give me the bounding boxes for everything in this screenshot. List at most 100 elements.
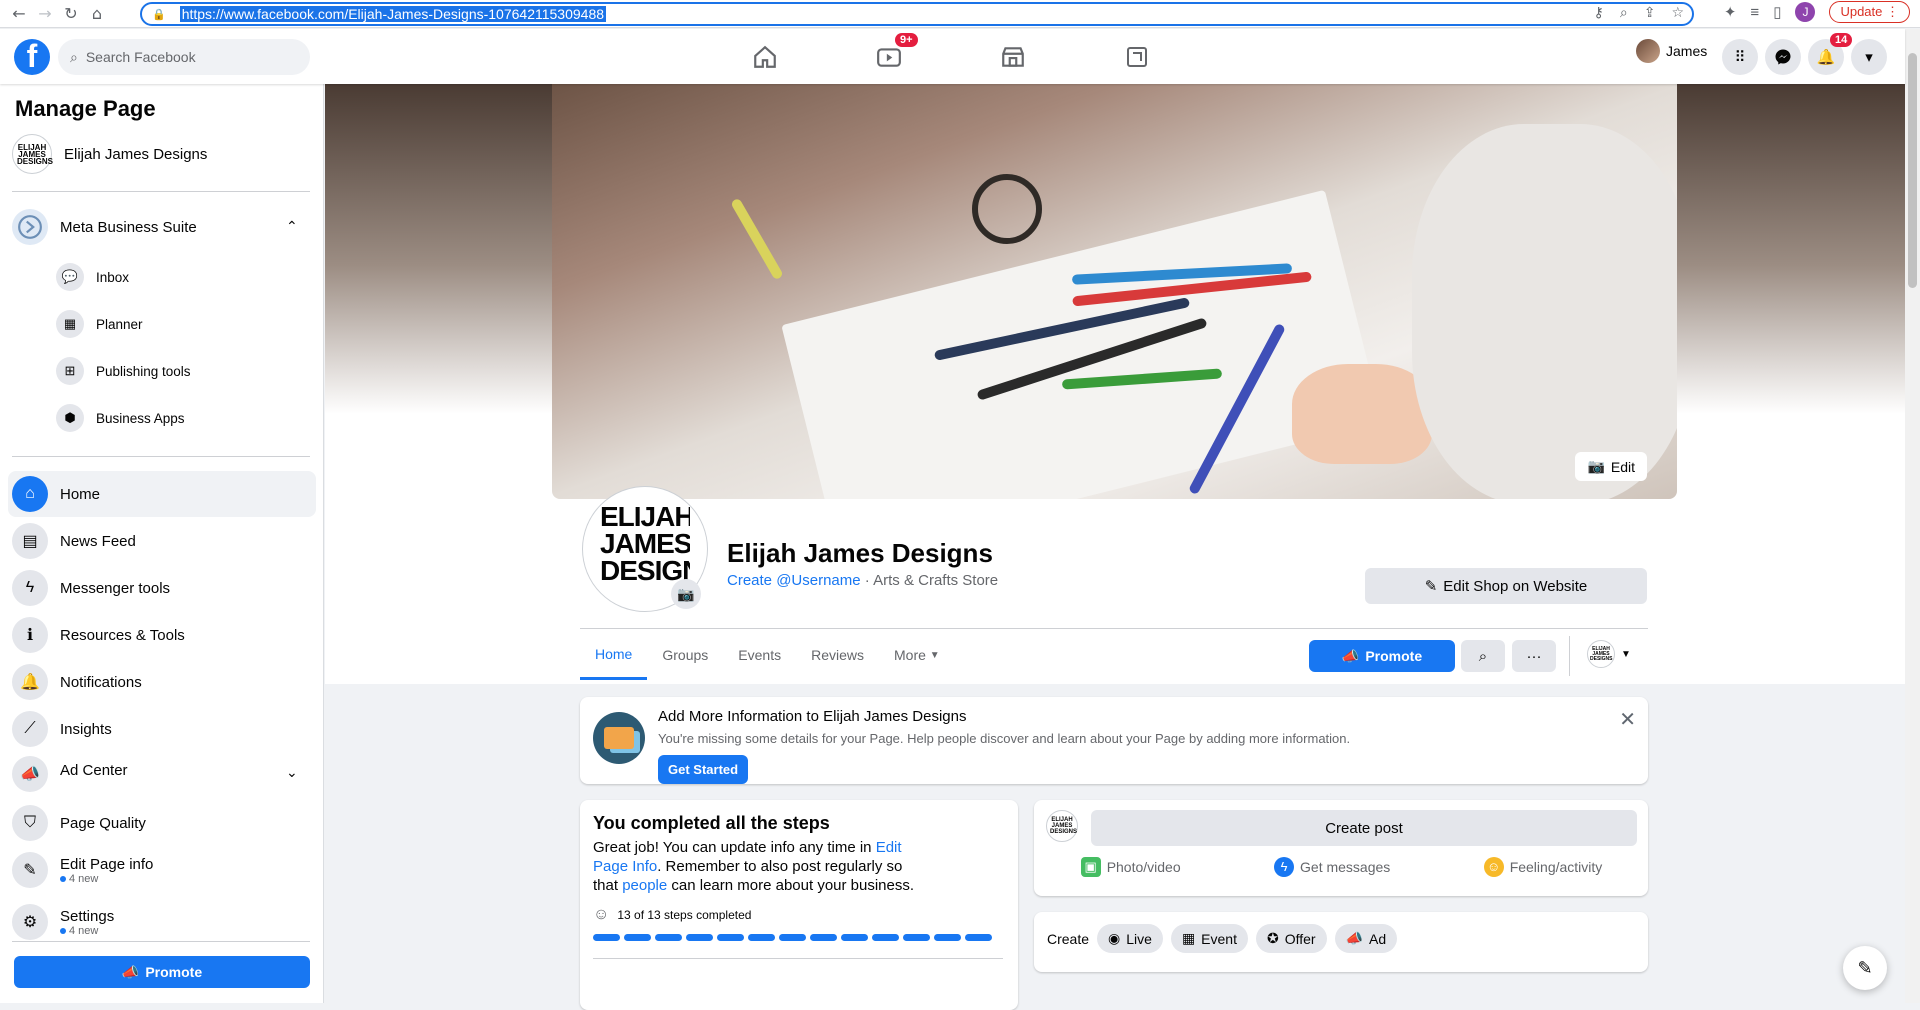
tab-home[interactable]: Home bbox=[580, 630, 648, 680]
page-title: Elijah James Designs bbox=[727, 538, 993, 568]
sidebar-page-profile[interactable]: ELIJAH JAMES DESIGNS Elijah James Design… bbox=[12, 134, 207, 174]
tab-events[interactable]: Events bbox=[723, 630, 796, 680]
nav-home-icon[interactable] bbox=[745, 37, 785, 77]
sidebar-item-notifications[interactable]: 🔔 Notifications bbox=[12, 664, 142, 700]
share-icon[interactable]: ⇪ bbox=[1644, 5, 1656, 21]
address-bar[interactable]: 🔒 https://www.facebook.com/Elijah-James-… bbox=[140, 2, 1694, 26]
ad-button[interactable]: 📣 Ad bbox=[1334, 924, 1398, 953]
live-button[interactable]: ◉ Live bbox=[1097, 924, 1163, 953]
event-label: Event bbox=[1201, 930, 1237, 947]
notifications-bell-icon[interactable]: 🔔 14 bbox=[1808, 33, 1853, 75]
live-label: Live bbox=[1126, 930, 1152, 947]
sidebar-item-page-quality[interactable]: ⛉ Page Quality bbox=[12, 805, 146, 841]
sidebar-item-meta-business-suite[interactable]: Meta Business Suite bbox=[12, 209, 197, 245]
add-info-card: Add More Information to Elijah James Des… bbox=[580, 697, 1648, 784]
tab-more[interactable]: More ▼ bbox=[879, 630, 955, 680]
search-input[interactable]: ⌕ Search Facebook bbox=[58, 39, 310, 75]
create-post-button[interactable]: Create post bbox=[1091, 810, 1637, 846]
page-logo: ELIJAH JAMES DESIGNS bbox=[1046, 810, 1078, 842]
zoom-icon[interactable]: ⌕ bbox=[1620, 5, 1628, 21]
steps-count: ☺ 13 of 13 steps completed bbox=[593, 906, 751, 924]
add-info-title: Add More Information to Elijah James Des… bbox=[658, 708, 967, 725]
steps-card: You completed all the steps Great job! Y… bbox=[580, 800, 1018, 1010]
sidebar-item-insights[interactable]: ⟋ Insights bbox=[12, 711, 112, 747]
sidebar-item-business-apps[interactable]: ⬢ Business Apps bbox=[56, 404, 185, 432]
blue-dot-icon bbox=[60, 927, 66, 934]
nav-marketplace-icon[interactable] bbox=[993, 37, 1033, 77]
edit-cover-label: Edit bbox=[1610, 458, 1635, 475]
new-message-compose-icon[interactable]: ✎ bbox=[1843, 946, 1887, 990]
cover-photo[interactable]: 📷 Edit bbox=[552, 84, 1677, 499]
home-icon[interactable]: ⌂ bbox=[84, 1, 110, 27]
sidebar-item-edit-page-info[interactable]: ✎ Edit Page info 4 new bbox=[12, 852, 153, 888]
extensions-icon[interactable]: ✦ bbox=[1724, 3, 1737, 21]
account-dropdown-icon[interactable]: ▾ bbox=[1851, 39, 1887, 75]
tab-reviews[interactable]: Reviews bbox=[796, 630, 879, 680]
side-panel-icon[interactable]: ▯ bbox=[1773, 3, 1781, 21]
sidebar-item-news-feed[interactable]: ▤ News Feed bbox=[12, 523, 136, 559]
feeling-activity-button[interactable]: ☺ Feeling/activity bbox=[1483, 857, 1602, 877]
sidebar-item-ad-center[interactable]: 📣 Ad Center bbox=[12, 756, 128, 792]
more-options-button[interactable]: ··· bbox=[1512, 640, 1556, 672]
avatar bbox=[1636, 39, 1660, 63]
collapse-chevron-up-icon[interactable]: ⌃ bbox=[286, 218, 298, 235]
camera-icon[interactable]: 📷 bbox=[671, 579, 701, 609]
tab-groups[interactable]: Groups bbox=[647, 630, 723, 680]
sidebar-item-publishing-tools[interactable]: ⊞ Publishing tools bbox=[56, 357, 191, 385]
create-username-link[interactable]: Create @Username bbox=[727, 572, 861, 589]
reading-list-icon[interactable]: ≡ bbox=[1750, 4, 1759, 21]
messenger-icon[interactable] bbox=[1765, 39, 1801, 75]
back-icon[interactable]: ← bbox=[6, 1, 32, 27]
switch-profile-button[interactable]: ELIJAH JAMES DESIGNS ▼ bbox=[1587, 640, 1631, 668]
sidebar-item-settings[interactable]: ⚙ Settings 4 new bbox=[12, 904, 114, 940]
insights-chart-icon: ⟋ bbox=[12, 711, 48, 747]
page-scrollbar[interactable] bbox=[1905, 29, 1920, 1003]
forward-icon[interactable]: → bbox=[32, 1, 58, 27]
get-started-button[interactable]: Get Started bbox=[658, 755, 749, 784]
live-video-icon: ◉ bbox=[1108, 930, 1121, 946]
sidebar-item-home[interactable]: ⌂ Home bbox=[12, 476, 100, 512]
profile-shortcut[interactable]: James bbox=[1636, 39, 1707, 63]
url-text[interactable]: https://www.facebook.com/Elijah-James-De… bbox=[179, 6, 607, 22]
bookmark-star-icon[interactable]: ☆ bbox=[1671, 5, 1684, 21]
facebook-logo-icon[interactable]: f bbox=[14, 39, 50, 75]
browser-profile-avatar[interactable]: J bbox=[1795, 2, 1816, 22]
photo-icon: ▣ bbox=[1080, 857, 1101, 877]
promote-button[interactable]: 📣 Promote bbox=[1309, 640, 1455, 672]
pencil-icon: ✎ bbox=[12, 852, 48, 888]
home-label: Home bbox=[60, 485, 101, 503]
steps-text: Great job! You can update info any time … bbox=[593, 839, 876, 856]
key-icon[interactable]: ⚷ bbox=[1594, 5, 1604, 21]
menu-grid-icon[interactable]: ⠿ bbox=[1722, 39, 1758, 75]
sidebar-item-messenger-tools[interactable]: ϟ Messenger tools bbox=[12, 570, 170, 606]
add-info-description: You're missing some details for your Pag… bbox=[658, 731, 1351, 746]
sidebar-page-name: Elijah James Designs bbox=[64, 145, 208, 163]
update-button[interactable]: Update ⋮ bbox=[1829, 1, 1910, 23]
edit-shop-button[interactable]: ✎ Edit Shop on Website bbox=[1365, 568, 1647, 604]
search-page-button[interactable]: ⌕ bbox=[1461, 640, 1505, 672]
sidebar-promote-button[interactable]: 📣 Promote bbox=[14, 956, 310, 988]
get-messages-button[interactable]: ϟ Get messages bbox=[1274, 857, 1390, 877]
new-indicator: 4 new bbox=[60, 925, 114, 937]
scrollbar-thumb[interactable] bbox=[1908, 53, 1917, 288]
people-link[interactable]: people bbox=[622, 877, 667, 894]
photo-video-button[interactable]: ▣ Photo/video bbox=[1080, 857, 1181, 877]
sidebar-item-planner[interactable]: ▦ Planner bbox=[56, 310, 143, 338]
progress-segment bbox=[717, 934, 744, 941]
smiley-icon: ☺ bbox=[1483, 857, 1504, 877]
reload-icon[interactable]: ↻ bbox=[58, 1, 84, 27]
progress-segment bbox=[810, 934, 837, 941]
create-post-card: ELIJAH JAMES DESIGNS Create post ▣ Photo/… bbox=[1034, 800, 1648, 896]
edit-cover-button[interactable]: 📷 Edit bbox=[1575, 452, 1647, 481]
event-button[interactable]: ▦ Event bbox=[1170, 924, 1248, 953]
meta-business-suite-label: Meta Business Suite bbox=[60, 218, 197, 236]
sidebar-item-inbox[interactable]: 💬 Inbox bbox=[56, 263, 129, 291]
expand-chevron-down-icon[interactable]: ⌄ bbox=[286, 764, 298, 781]
offer-button[interactable]: ✪ Offer bbox=[1255, 924, 1327, 953]
nav-watch-icon[interactable]: 9+ bbox=[869, 33, 918, 77]
planner-label: Planner bbox=[96, 316, 143, 332]
sidebar-item-resources-tools[interactable]: ℹ Resources & Tools bbox=[12, 617, 185, 653]
nav-gaming-icon[interactable] bbox=[1117, 37, 1157, 77]
close-icon[interactable]: ✕ bbox=[1619, 707, 1636, 732]
steps-count-label: 13 of 13 steps completed bbox=[617, 908, 752, 922]
